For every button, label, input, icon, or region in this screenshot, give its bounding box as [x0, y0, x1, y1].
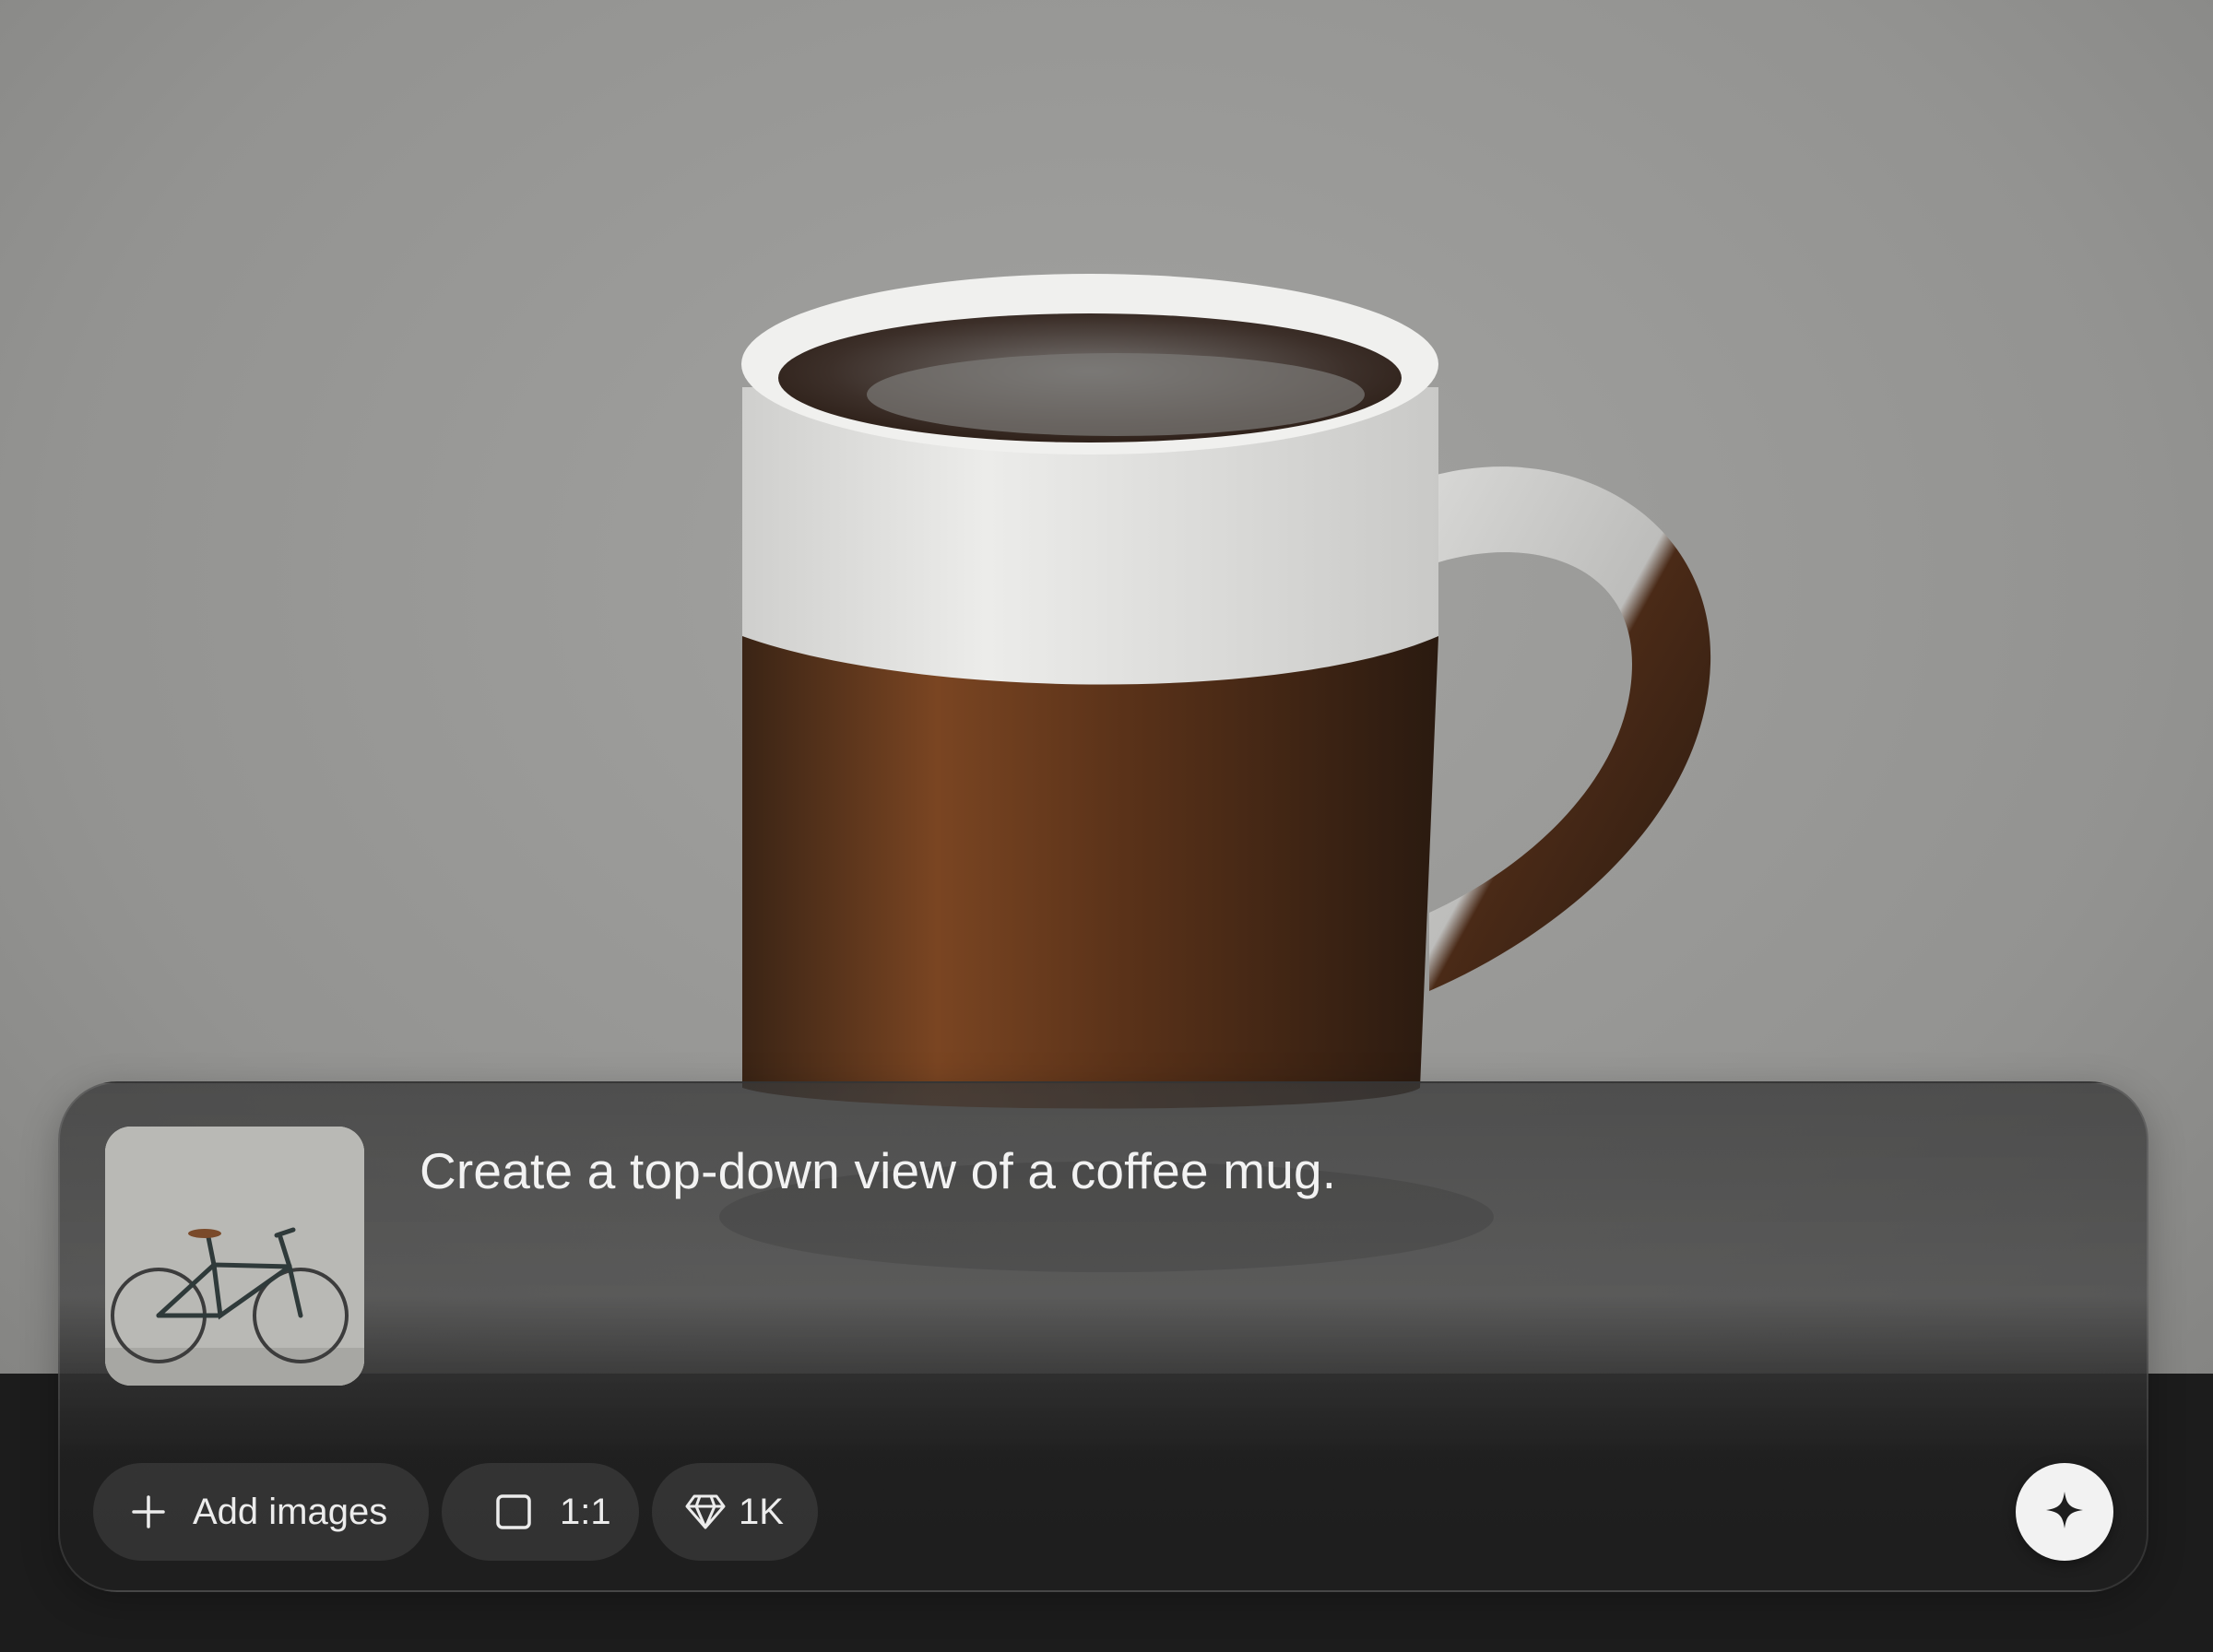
reference-image-thumbnail[interactable]: [105, 1127, 364, 1386]
diamond-icon: [685, 1492, 726, 1532]
add-images-label: Add images: [193, 1491, 388, 1532]
resolution-label: 1K: [739, 1491, 784, 1532]
add-images-button[interactable]: Add images: [93, 1463, 429, 1561]
aspect-ratio-label: 1:1: [560, 1491, 611, 1532]
composer-toolbar: Add images 1:1 1K: [93, 1463, 818, 1561]
aspect-ratio-button[interactable]: 1:1: [442, 1463, 639, 1561]
sparkle-icon: [2044, 1490, 2085, 1535]
prompt-input[interactable]: Create a top-down view of a coffee mug.: [420, 1139, 1987, 1203]
generate-button[interactable]: [2016, 1463, 2113, 1561]
bicycle-image: [105, 1127, 364, 1386]
prompt-composer: Create a top-down view of a coffee mug. …: [58, 1081, 2148, 1592]
square-icon: [493, 1492, 534, 1532]
plus-icon: [128, 1492, 169, 1532]
resolution-button[interactable]: 1K: [652, 1463, 818, 1561]
